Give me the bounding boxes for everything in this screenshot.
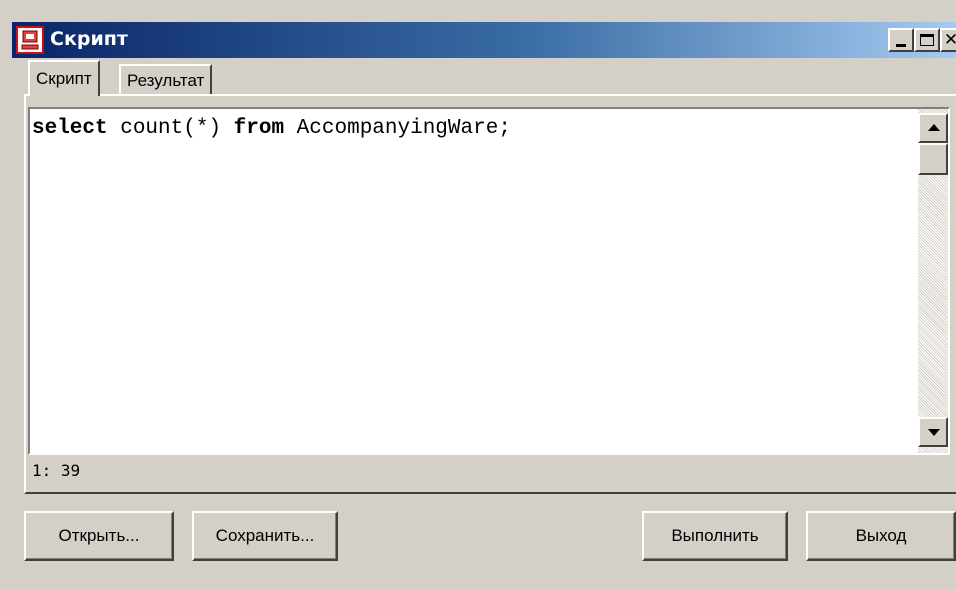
- tab-script[interactable]: Скрипт: [28, 60, 100, 96]
- tab-result[interactable]: Результат: [119, 64, 213, 96]
- title-bar[interactable]: Скрипт ✕: [12, 22, 956, 58]
- tab-script-label: Скрипт: [36, 69, 92, 88]
- run-button[interactable]: Выполнить: [642, 511, 788, 561]
- close-icon: ✕: [943, 29, 956, 50]
- maximize-button[interactable]: [914, 28, 940, 52]
- save-button[interactable]: Сохранить...: [192, 511, 338, 561]
- open-button[interactable]: Открыть...: [24, 511, 174, 561]
- maximize-icon: [920, 34, 934, 46]
- database-script-icon: [16, 26, 44, 54]
- window-title: Скрипт: [50, 28, 128, 50]
- close-button[interactable]: ✕: [940, 28, 956, 52]
- tab-result-label: Результат: [127, 71, 205, 90]
- exit-button[interactable]: Выход: [806, 511, 956, 561]
- script-window: Скрипт ✕ Скрипт Результат select count(*…: [0, 0, 956, 589]
- minimize-icon: [896, 43, 906, 47]
- minimize-button[interactable]: [888, 28, 914, 52]
- tab-panel: [24, 94, 956, 494]
